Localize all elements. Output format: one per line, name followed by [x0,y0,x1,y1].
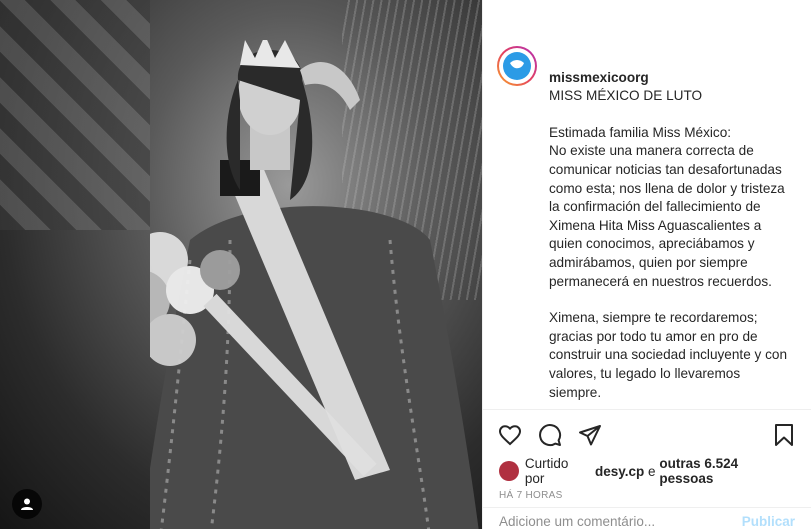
liker-avatar[interactable] [499,461,519,481]
liked-join: e [648,463,656,479]
like-button[interactable] [497,422,523,448]
profile-logo-icon [503,52,531,80]
tagged-user-button[interactable] [12,489,42,519]
caption-paragraph-1: Estimada familia Miss México: No existe … [549,124,785,289]
caption-paragraph-2: Ximena, siempre te recordaremos; gracias… [549,310,788,400]
share-button[interactable] [577,422,603,448]
likes-summary: Curtido por desy.cp e outras 6.524 pesso… [483,456,811,486]
comment-icon [539,424,562,447]
heart-icon [498,425,522,446]
liked-prefix: Curtido por [524,456,569,486]
post-sidebar: missmexicoorg MISS MÉXICO DE LUTO Estima… [482,0,811,529]
post-comment-button[interactable]: Publicar [742,514,795,529]
user-icon [21,498,33,510]
profile-avatar[interactable] [497,46,537,86]
background-weave [0,0,150,230]
share-icon [579,425,601,446]
liked-others[interactable]: outras 6.524 pessoas [659,456,795,486]
save-button[interactable] [771,422,797,448]
comment-button[interactable] [537,422,563,448]
comment-bar: Adicione um comentário... Publicar [483,507,811,529]
post-header [483,0,811,14]
post-photo[interactable] [0,0,482,529]
action-bar [483,410,811,460]
caption-username[interactable]: missmexicoorg [549,70,649,85]
liked-user[interactable]: desy.cp [595,464,644,479]
bookmark-icon [775,424,793,446]
caption-heading: MISS MÉXICO DE LUTO [549,88,703,104]
woman-figure-illustration [150,40,479,529]
caption-text: missmexicoorg MISS MÉXICO DE LUTO Estima… [549,50,795,409]
caption-block: missmexicoorg MISS MÉXICO DE LUTO Estima… [483,14,811,410]
comment-input[interactable]: Adicione um comentário... [499,514,655,529]
